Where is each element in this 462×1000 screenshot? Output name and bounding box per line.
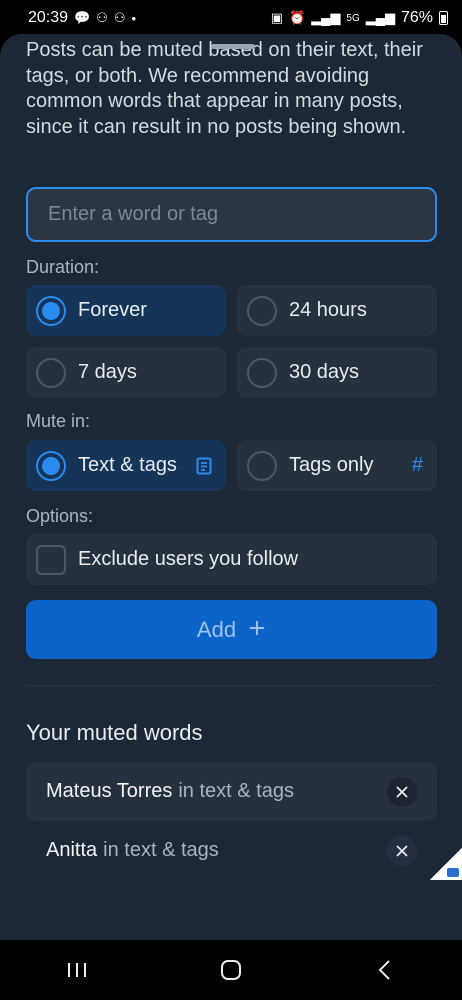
close-icon	[396, 785, 408, 798]
remove-muted-word-button[interactable]	[387, 776, 417, 807]
muted-word-scope: in text & tags	[103, 839, 219, 861]
recent-apps-button[interactable]	[47, 950, 107, 990]
system-navigation-bar	[0, 940, 462, 1000]
status-bar: 20:39 💬 ⚇ ⚇ • ▣ ⏰ ▂▄▆ 5G ▂▄▆ 76%	[0, 0, 462, 36]
battery-icon	[439, 11, 448, 25]
alarm-icon: ⏰	[289, 10, 306, 25]
battery-percentage: 76%	[400, 9, 433, 26]
signal-icon-2: ▂▄▆	[365, 10, 395, 25]
muted-word-text: Anitta	[46, 839, 98, 861]
app-notification-icon-2: ⚇	[113, 10, 126, 25]
duration-option-forever[interactable]: Forever	[26, 285, 226, 336]
recent-apps-icon	[68, 963, 86, 977]
duration-option-label: 24 hours	[289, 299, 367, 321]
exclude-following-checkbox-row[interactable]: Exclude users you follow	[26, 534, 437, 585]
exclude-following-label: Exclude users you follow	[78, 548, 299, 570]
muted-word-text: Mateus Torres	[46, 780, 173, 802]
muted-words-title: Your muted words	[26, 720, 203, 745]
radio-unselected-icon	[247, 295, 277, 326]
muted-word-item: Anitta in text & tags	[26, 821, 437, 880]
screenshot-icon: ▣	[270, 10, 283, 25]
home-button[interactable]	[201, 950, 261, 990]
divider	[26, 685, 437, 686]
mute-in-option-label: Tags only	[289, 454, 374, 476]
radio-selected-icon	[36, 450, 66, 481]
chat-icon: 💬	[74, 10, 91, 25]
system-icons: ▣ ⏰ ▂▄▆ 5G ▂▄▆ 76%	[271, 9, 448, 27]
duration-option-24-hours[interactable]: 24 hours	[237, 285, 437, 336]
sheet-drag-handle[interactable]	[211, 44, 255, 49]
close-icon	[396, 844, 408, 857]
document-icon	[196, 457, 212, 475]
plus-icon	[248, 617, 266, 643]
radio-unselected-icon	[36, 357, 66, 388]
add-button[interactable]: Add	[26, 600, 437, 659]
remove-muted-word-button[interactable]	[387, 835, 417, 866]
mute-in-option-text-and-tags[interactable]: Text & tags	[26, 440, 226, 491]
notification-icons: 💬 ⚇ ⚇ •	[74, 10, 136, 26]
muted-word-scope: in text & tags	[178, 780, 294, 802]
screenshot-corner-icon[interactable]	[430, 848, 462, 880]
mute-in-option-tags-only[interactable]: Tags only #	[237, 440, 437, 491]
radio-selected-icon	[36, 295, 66, 326]
home-icon	[221, 960, 241, 980]
duration-option-label: Forever	[78, 299, 147, 321]
hashtag-icon: #	[411, 454, 423, 476]
dot-icon: •	[131, 10, 137, 26]
duration-option-label: 30 days	[289, 361, 360, 383]
duration-option-label: 7 days	[78, 361, 137, 383]
network-type-label: 5G	[346, 12, 360, 24]
signal-icon: ▂▄▆	[311, 10, 341, 25]
add-button-label: Add	[196, 616, 237, 642]
radio-unselected-icon	[247, 357, 277, 388]
duration-label: Duration:	[26, 257, 100, 277]
back-icon	[378, 960, 390, 980]
radio-unselected-icon	[247, 450, 277, 481]
mute-in-label: Mute in:	[26, 411, 91, 431]
mute-in-option-label: Text & tags	[78, 454, 177, 476]
duration-option-30-days[interactable]: 30 days	[237, 347, 437, 398]
word-input[interactable]	[48, 203, 435, 226]
mute-words-sheet: Posts can be muted based on their text, …	[0, 34, 462, 940]
status-time: 20:39	[28, 9, 69, 26]
duration-option-7-days[interactable]: 7 days	[26, 347, 226, 398]
muted-word-item: Mateus Torres in text & tags	[26, 762, 437, 821]
intro-description: Posts can be muted based on their text, …	[26, 39, 423, 138]
options-label: Options:	[26, 506, 94, 526]
app-notification-icon: ⚇	[96, 10, 108, 25]
back-button[interactable]	[355, 950, 415, 990]
word-input-container[interactable]	[26, 187, 437, 242]
checkbox-unchecked-icon[interactable]	[36, 544, 66, 575]
